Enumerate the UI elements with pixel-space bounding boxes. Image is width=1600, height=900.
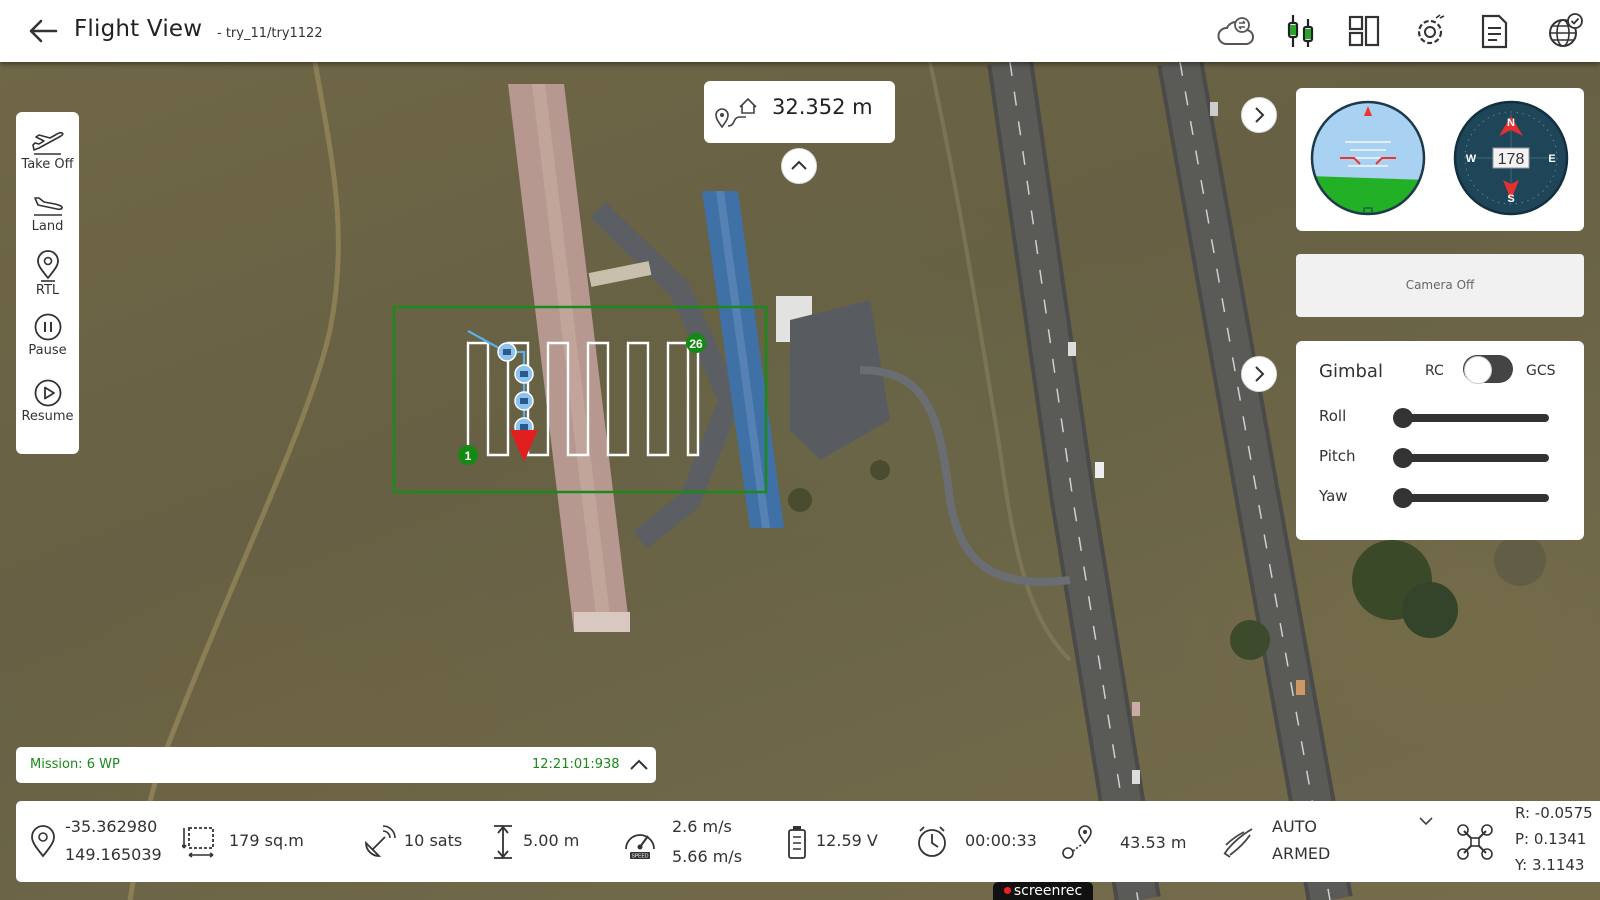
- satellite-icon: [365, 825, 396, 857]
- attitude-indicator: [1310, 100, 1426, 216]
- home-distance-box: 32.352 m: [704, 81, 895, 143]
- expand-gimbal-button[interactable]: [1241, 356, 1277, 392]
- log-icon[interactable]: [1474, 11, 1514, 51]
- altitude-icon: [494, 825, 512, 859]
- layout-icon[interactable]: [1344, 11, 1384, 51]
- record-dot-icon: [1003, 887, 1011, 894]
- flight-actions-panel: Take Off Land RTL Pause Resume: [16, 112, 79, 454]
- rtl-label: RTL: [35, 283, 60, 298]
- resume-button[interactable]: Resume: [16, 378, 79, 424]
- drone-heading-marker: [510, 430, 538, 462]
- back-arrow-icon[interactable]: [26, 14, 60, 48]
- camera-feed[interactable]: Camera Off: [1296, 254, 1584, 317]
- takeoff-label: Take Off: [21, 157, 74, 172]
- takeoff-icon: [31, 131, 64, 155]
- survey-area-value: 179 sq.m: [229, 831, 304, 850]
- yaw-value: Y: 3.1143: [1515, 856, 1585, 874]
- gimbal-title: Gimbal: [1319, 361, 1383, 382]
- gimbal-panel: Gimbal RC GCS Roll Pitch Yaw: [1296, 341, 1584, 540]
- recorder-label: screenrec: [1013, 883, 1083, 899]
- cloud-sync-icon[interactable]: [1216, 11, 1256, 51]
- mission-status-bar: Mission: 6 WP 12:21:01:938: [16, 747, 656, 783]
- distance-to-home-icon: [1062, 825, 1092, 859]
- arm-state-value: ARMED: [1272, 844, 1331, 863]
- gimbal-gcs-label: GCS: [1526, 363, 1556, 379]
- compass-north: N: [1507, 117, 1515, 129]
- survey-area-boundary: [392, 305, 768, 494]
- stopwatch-icon: [918, 826, 946, 857]
- waypoint-end-label: 26: [689, 337, 703, 351]
- slider-knob[interactable]: [1393, 488, 1413, 508]
- gimbal-roll-label: Roll: [1319, 407, 1347, 425]
- mission-path-subtitle: - try_11/try1122: [217, 26, 323, 41]
- mission-timestamp: 12:21:01:938: [532, 757, 620, 772]
- battery-icon: [788, 826, 806, 859]
- telemetry-bar: -35.362980 149.165039 179 sq.m 10 sats 5…: [16, 801, 1600, 882]
- compass-east: E: [1548, 153, 1555, 165]
- flight-mode-value: AUTO: [1272, 817, 1318, 836]
- battery-voltage: 12.59 V: [816, 831, 878, 850]
- altitude-value: 5.00 m: [523, 831, 580, 850]
- drone-icon: [1457, 824, 1493, 860]
- collapse-distance-button[interactable]: [781, 148, 817, 184]
- expand-instruments-button[interactable]: [1241, 97, 1277, 133]
- ground-speed-value: 2.6 m/s: [672, 817, 732, 836]
- land-button[interactable]: Land: [16, 192, 79, 234]
- slider-knob[interactable]: [1393, 448, 1413, 468]
- flight-mode-icon: [1223, 828, 1253, 858]
- screen-recorder-badge: screenrec: [993, 882, 1093, 900]
- flight-instruments-panel: N S E W 178: [1296, 88, 1584, 231]
- location-pin-icon: [36, 250, 59, 282]
- flight-time-value: 00:00:33: [965, 831, 1037, 850]
- home-distance-telemetry: 43.53 m: [1120, 833, 1187, 852]
- pitch-value: P: 0.1341: [1515, 830, 1587, 848]
- pause-icon: [34, 313, 61, 341]
- chevron-right-icon: [1255, 107, 1265, 123]
- play-icon: [34, 379, 61, 407]
- land-icon: [33, 197, 63, 216]
- gimbal-rc-label: RC: [1425, 363, 1444, 379]
- gimbal-yaw-label: Yaw: [1319, 487, 1348, 505]
- roll-value: R: -0.0575: [1515, 804, 1593, 822]
- chevron-right-icon: [1255, 366, 1265, 382]
- drone-connect-icon[interactable]: [1280, 11, 1320, 51]
- top-bar: Flight View - try_11/try1122: [0, 0, 1600, 62]
- pause-button[interactable]: Pause: [16, 312, 79, 358]
- air-speed-value: 5.66 m/s: [672, 847, 743, 866]
- chevron-up-icon: [791, 160, 807, 170]
- chevron-up-icon[interactable]: [628, 755, 650, 775]
- area-icon: [182, 827, 214, 858]
- mission-label: Mission: 6 WP: [30, 757, 120, 772]
- pause-label: Pause: [28, 343, 67, 358]
- compass-west: W: [1466, 153, 1477, 165]
- land-label: Land: [31, 219, 64, 234]
- compass-indicator: N S E W 178: [1453, 100, 1569, 216]
- gimbal-roll-slider[interactable]: [1393, 408, 1549, 428]
- gimbal-yaw-slider[interactable]: [1393, 488, 1549, 508]
- page-title: Flight View: [74, 16, 203, 42]
- compass-south: S: [1507, 193, 1514, 205]
- heading-readout: 178: [1498, 151, 1525, 168]
- mode-dropdown-chevron-icon[interactable]: [1418, 815, 1434, 827]
- takeoff-button[interactable]: Take Off: [16, 130, 79, 172]
- waypoint-start-label: 1: [465, 449, 472, 463]
- rtl-button[interactable]: RTL: [16, 250, 79, 298]
- slider-knob[interactable]: [1393, 408, 1413, 428]
- latitude-value: -35.362980: [65, 817, 158, 836]
- satellite-count: 10 sats: [404, 831, 463, 850]
- globe-check-icon[interactable]: [1545, 11, 1585, 51]
- speedometer-icon: SPEED: [625, 834, 655, 860]
- location-pin-icon: [31, 825, 55, 858]
- gimbal-pitch-label: Pitch: [1319, 447, 1356, 465]
- home-distance-value: 32.352 m: [772, 95, 873, 119]
- gimbal-pitch-slider[interactable]: [1393, 448, 1549, 468]
- longitude-value: 149.165039: [65, 845, 162, 864]
- gimbal-control-toggle[interactable]: [1463, 355, 1513, 384]
- settings-icon[interactable]: [1410, 11, 1450, 51]
- home-distance-icon: [715, 97, 757, 129]
- resume-label: Resume: [21, 409, 74, 424]
- speedometer-caption: SPEED: [632, 854, 649, 860]
- flown-track: [467, 330, 526, 430]
